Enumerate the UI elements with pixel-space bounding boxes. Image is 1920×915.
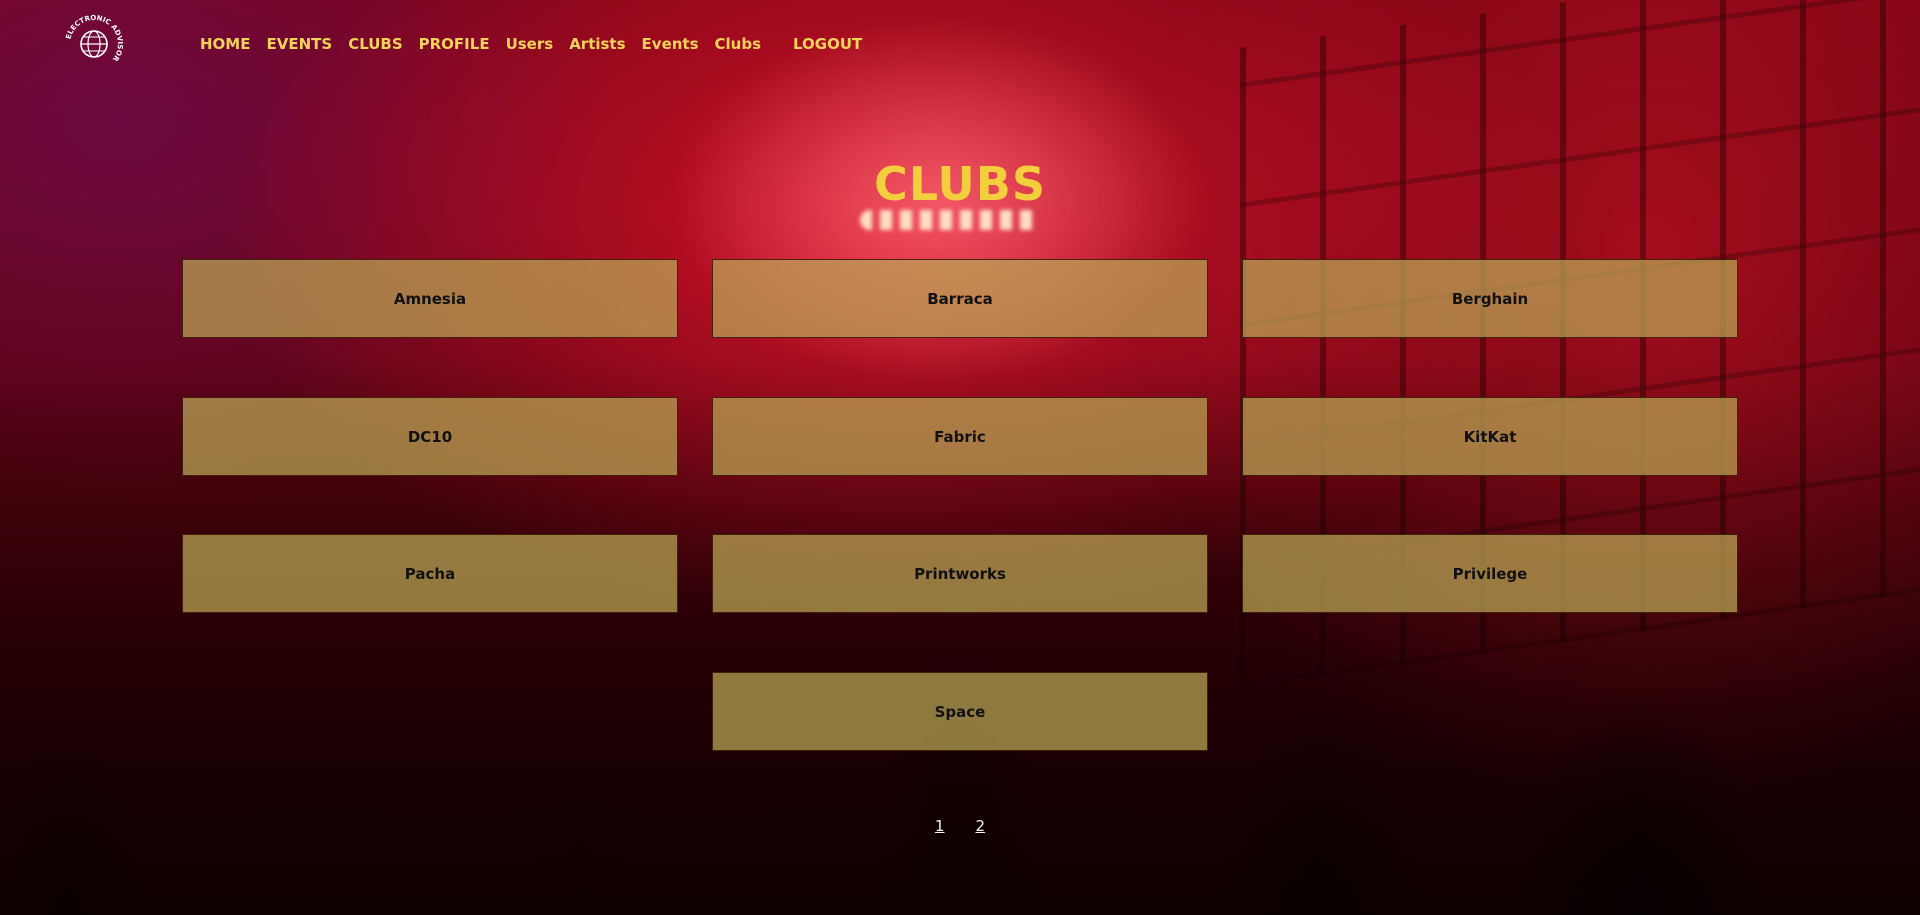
club-card[interactable]: DC10 — [182, 397, 678, 476]
club-card[interactable]: Fabric — [712, 397, 1208, 476]
club-card[interactable]: Berghain — [1242, 259, 1738, 338]
club-card[interactable]: Space — [712, 672, 1208, 751]
nav-profile[interactable]: PROFILE — [419, 34, 490, 54]
nav-admin-clubs[interactable]: Clubs — [715, 34, 762, 54]
nav-home[interactable]: HOME — [200, 34, 250, 54]
svg-text:ELECTRONIC ADVISOR: ELECTRONIC ADVISOR — [65, 14, 124, 63]
nav-events[interactable]: EVENTS — [266, 34, 332, 54]
club-card[interactable]: KitKat — [1242, 397, 1738, 476]
club-card[interactable]: Printworks — [712, 534, 1208, 613]
club-card[interactable]: Privilege — [1242, 534, 1738, 613]
page-link-2[interactable]: 2 — [976, 817, 986, 835]
club-card[interactable]: Pacha — [182, 534, 678, 613]
logout-link[interactable]: LOGOUT — [793, 34, 862, 54]
nav-clubs[interactable]: CLUBS — [348, 34, 402, 54]
logo-text: ELECTRONIC ADVISOR — [65, 14, 125, 63]
nav-admin-users[interactable]: Users — [506, 34, 554, 54]
nav-admin-events[interactable]: Events — [642, 34, 699, 54]
pagination: 1 2 — [0, 816, 1920, 835]
globe-logo-icon: ELECTRONIC ADVISOR — [65, 14, 125, 63]
club-card[interactable]: Barraca — [712, 259, 1208, 338]
nav-admin-artists[interactable]: Artists — [569, 34, 625, 54]
main-nav: HOME EVENTS CLUBS PROFILE Users Artists … — [200, 34, 878, 54]
page-title: CLUBS — [874, 157, 1046, 211]
logo-link[interactable]: ELECTRONIC ADVISOR — [64, 14, 125, 74]
club-card[interactable]: Amnesia — [182, 259, 678, 338]
page-link-1[interactable]: 1 — [935, 817, 945, 835]
